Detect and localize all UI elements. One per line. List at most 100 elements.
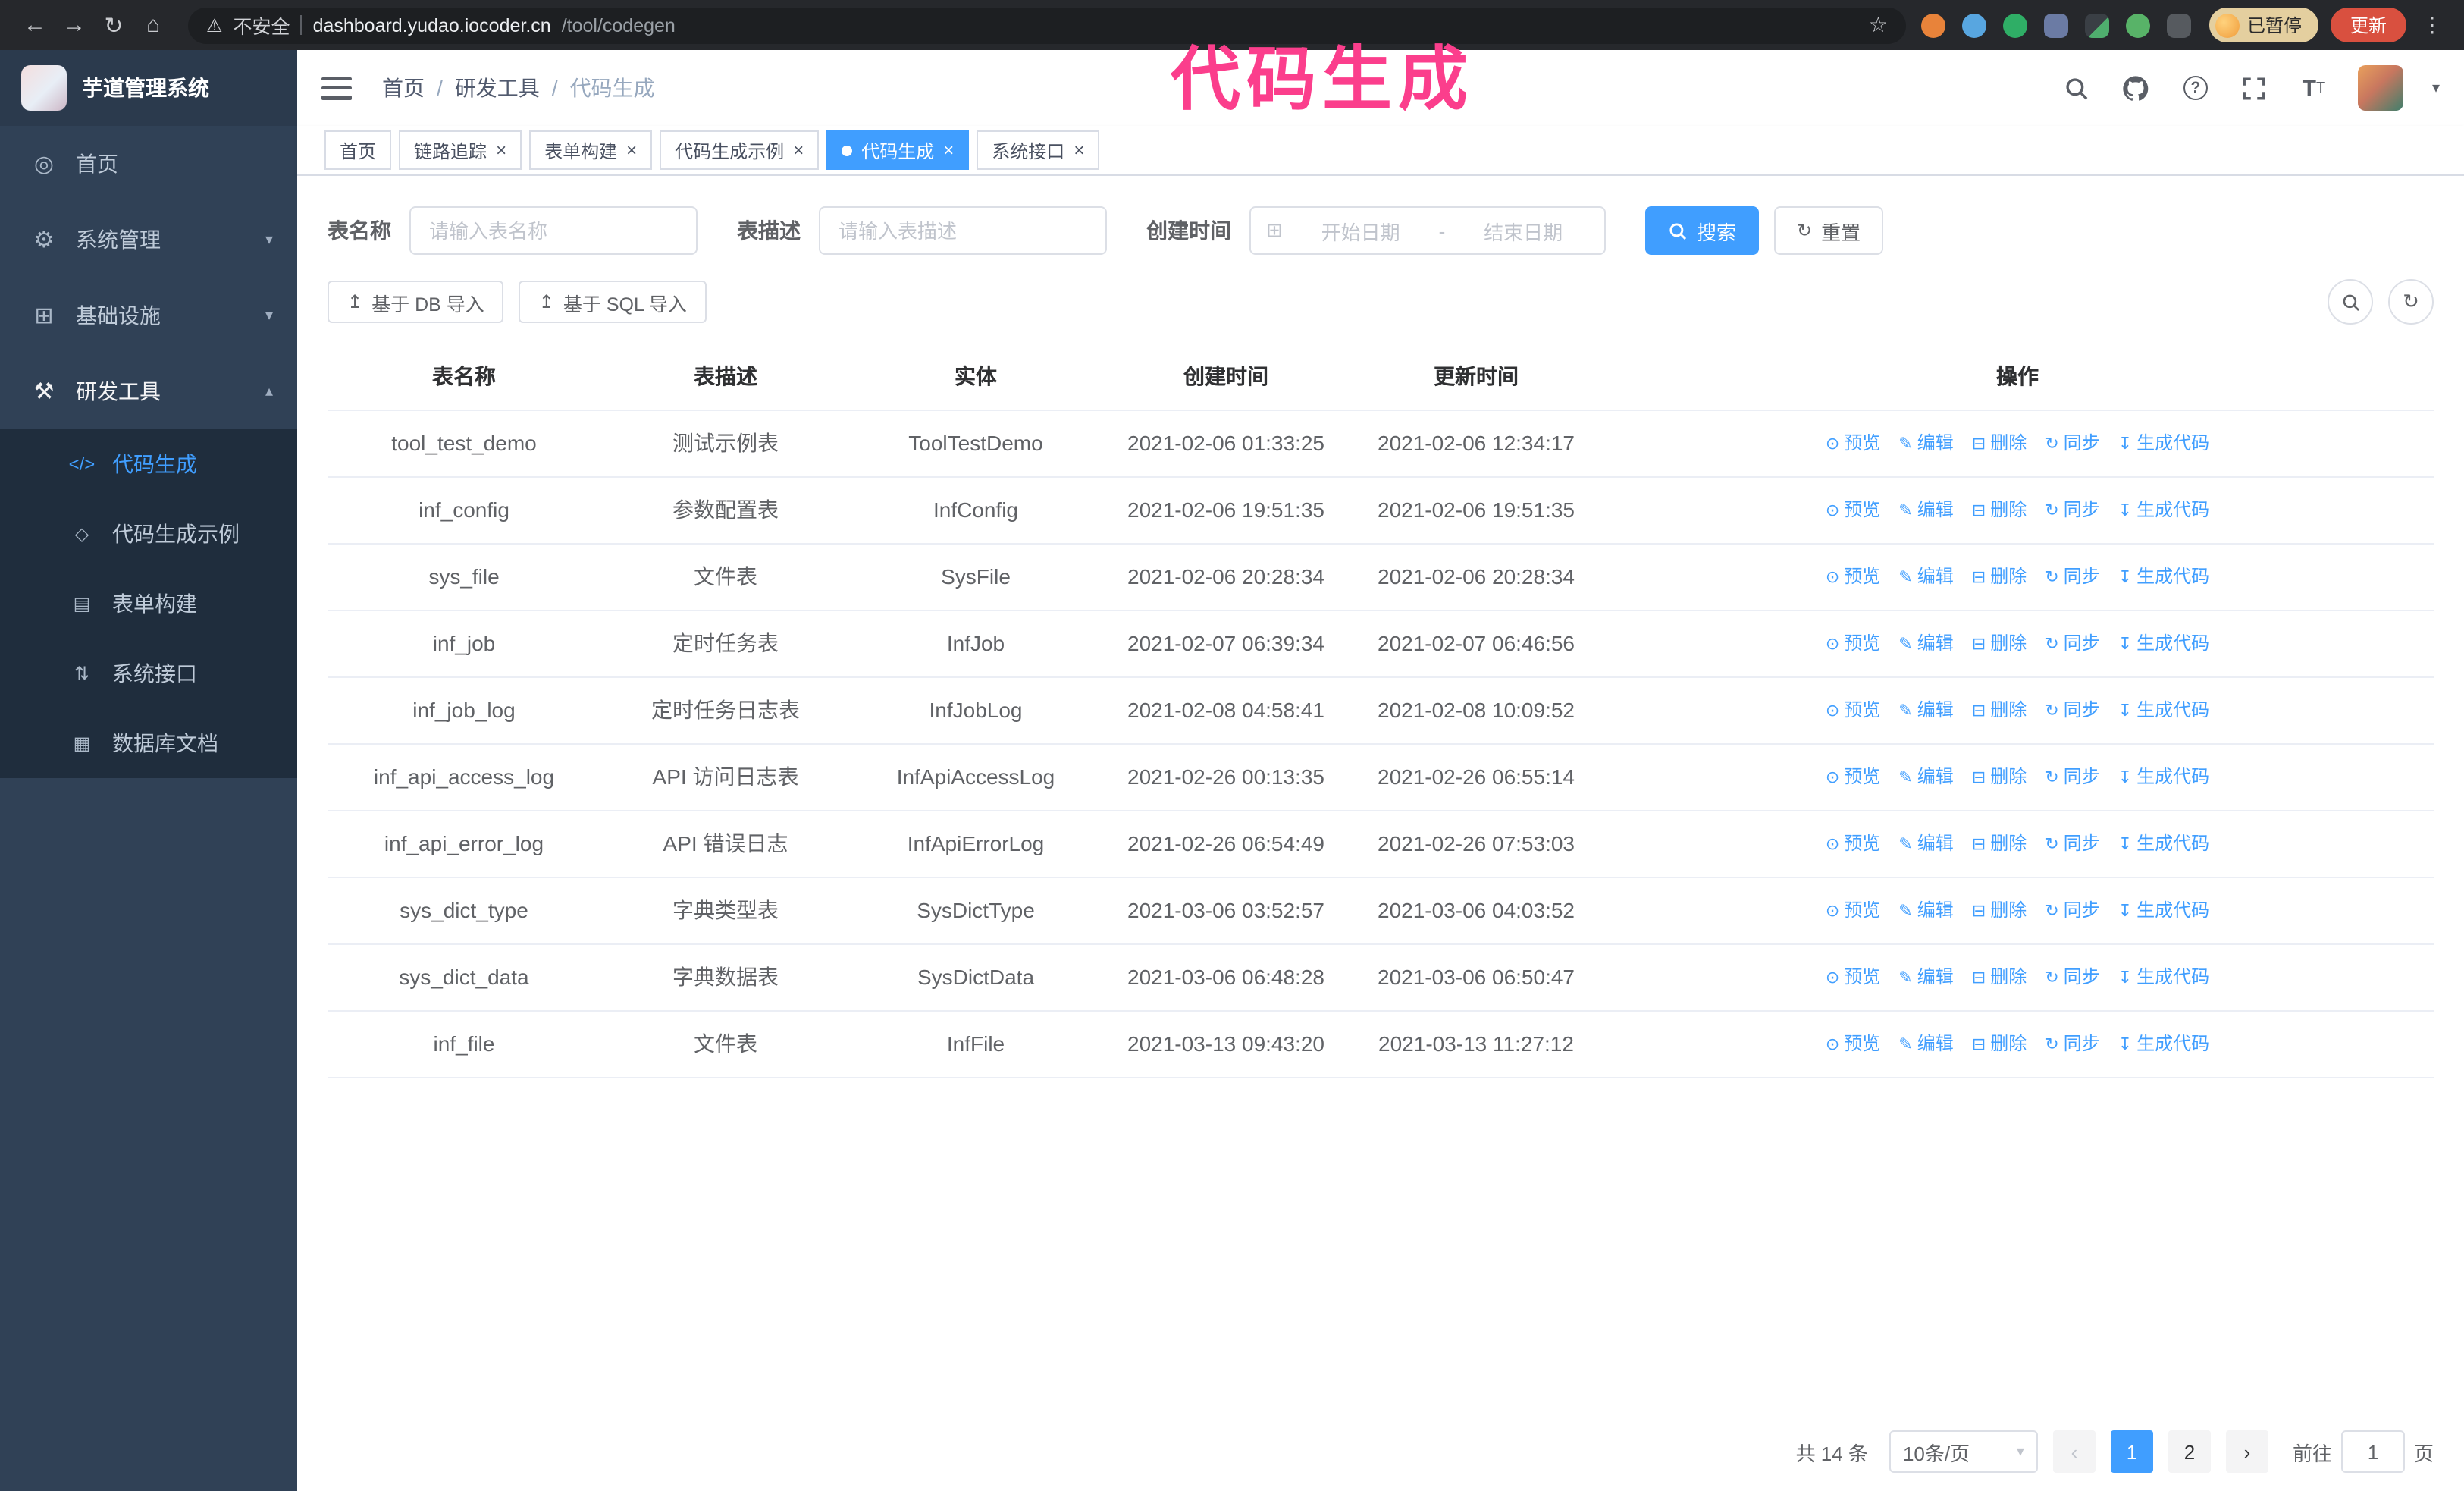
row-action-generate-code[interactable]: ↧ 生成代码 — [2118, 962, 2209, 995]
browser-update-button[interactable]: 更新 — [2330, 8, 2406, 42]
row-action-delete[interactable]: ⊟ 删除 — [1972, 895, 2027, 928]
sidebar-item-codegen[interactable]: </> 代码生成 — [0, 429, 297, 499]
row-action-delete[interactable]: ⊟ 删除 — [1972, 628, 2027, 661]
row-action-edit[interactable]: ✎ 编辑 — [1898, 828, 1953, 862]
sidebar-item-form-builder[interactable]: ▤ 表单构建 — [0, 569, 297, 639]
extension-icon[interactable] — [2084, 13, 2109, 37]
next-page-button[interactable]: › — [2225, 1430, 2268, 1473]
hamburger-icon[interactable] — [321, 77, 352, 99]
kebab-menu-icon[interactable]: ⋮ — [2415, 12, 2449, 38]
row-action-preview[interactable]: ⊙ 预览 — [1826, 494, 1880, 528]
browser-reload-icon[interactable]: ↻ — [94, 11, 133, 39]
row-action-edit[interactable]: ✎ 编辑 — [1898, 428, 1953, 461]
extension-icon[interactable] — [2002, 13, 2027, 37]
extension-icon[interactable] — [2125, 13, 2150, 37]
row-action-sync[interactable]: ↻ 同步 — [2045, 695, 2099, 728]
close-icon[interactable]: × — [626, 141, 637, 159]
row-action-edit[interactable]: ✎ 编辑 — [1898, 628, 1953, 661]
security-label[interactable]: 不安全 — [234, 11, 290, 39]
github-icon[interactable] — [2121, 73, 2152, 103]
address-bar[interactable]: ⚠ 不安全 dashboard.yudao.iocoder.cn/tool/co… — [188, 7, 1906, 43]
reset-button[interactable]: ↻ 重置 — [1774, 206, 1884, 255]
extension-icon[interactable] — [1961, 13, 1986, 37]
row-action-sync[interactable]: ↻ 同步 — [2045, 628, 2099, 661]
close-icon[interactable]: × — [793, 141, 804, 159]
row-action-generate-code[interactable]: ↧ 生成代码 — [2118, 1028, 2209, 1062]
search-button[interactable]: 搜索 — [1645, 206, 1760, 255]
browser-back-icon[interactable]: ← — [15, 12, 55, 38]
import-sql-button[interactable]: ↥ 基于 SQL 导入 — [519, 281, 707, 323]
breadcrumb-devtools[interactable]: 研发工具 — [455, 73, 540, 103]
extension-icon[interactable] — [1920, 13, 1945, 37]
row-action-edit[interactable]: ✎ 编辑 — [1898, 962, 1953, 995]
row-action-sync[interactable]: ↻ 同步 — [2045, 428, 2099, 461]
sidebar-item-db-docs[interactable]: ▦ 数据库文档 — [0, 708, 297, 778]
sidebar-item-devtools[interactable]: ⚒ 研发工具 ▴ — [0, 353, 297, 429]
row-action-preview[interactable]: ⊙ 预览 — [1826, 895, 1880, 928]
toggle-search-button[interactable] — [2328, 279, 2373, 325]
font-size-icon[interactable]: TT — [2299, 73, 2329, 103]
sidebar-item-home[interactable]: ◎ 首页 — [0, 126, 297, 202]
row-action-delete[interactable]: ⊟ 删除 — [1972, 695, 2027, 728]
close-icon[interactable]: × — [496, 141, 506, 159]
tab-codegen-example[interactable]: 代码生成示例 × — [660, 130, 820, 170]
page-button-1[interactable]: 1 — [2110, 1430, 2153, 1473]
row-action-generate-code[interactable]: ↧ 生成代码 — [2118, 428, 2209, 461]
prev-page-button[interactable]: ‹ — [2052, 1430, 2096, 1473]
row-action-preview[interactable]: ⊙ 预览 — [1826, 561, 1880, 595]
close-icon[interactable]: × — [1074, 141, 1084, 159]
tab-form-builder[interactable]: 表单构建 × — [529, 130, 653, 170]
row-action-delete[interactable]: ⊟ 删除 — [1972, 962, 2027, 995]
browser-home-icon[interactable]: ⌂ — [133, 12, 173, 38]
row-action-generate-code[interactable]: ↧ 生成代码 — [2118, 828, 2209, 862]
row-action-edit[interactable]: ✎ 编辑 — [1898, 561, 1953, 595]
extension-icon[interactable] — [2166, 13, 2191, 37]
import-db-button[interactable]: ↥ 基于 DB 导入 — [328, 281, 504, 323]
row-action-sync[interactable]: ↻ 同步 — [2045, 494, 2099, 528]
row-action-preview[interactable]: ⊙ 预览 — [1826, 761, 1880, 795]
row-action-delete[interactable]: ⊟ 删除 — [1972, 561, 2027, 595]
browser-forward-icon[interactable]: → — [55, 12, 94, 38]
row-action-generate-code[interactable]: ↧ 生成代码 — [2118, 895, 2209, 928]
row-action-generate-code[interactable]: ↧ 生成代码 — [2118, 628, 2209, 661]
row-action-sync[interactable]: ↻ 同步 — [2045, 761, 2099, 795]
sidebar-item-system-api[interactable]: ⇅ 系统接口 — [0, 639, 297, 708]
bookmark-star-icon[interactable]: ☆ — [1869, 12, 1888, 38]
close-icon[interactable]: × — [943, 141, 954, 159]
row-action-delete[interactable]: ⊟ 删除 — [1972, 1028, 2027, 1062]
avatar-caret-icon[interactable]: ▾ — [2432, 80, 2440, 96]
breadcrumb-home[interactable]: 首页 — [382, 73, 425, 103]
row-action-generate-code[interactable]: ↧ 生成代码 — [2118, 494, 2209, 528]
extension-icon[interactable] — [2043, 13, 2068, 37]
row-action-preview[interactable]: ⊙ 预览 — [1826, 428, 1880, 461]
row-action-edit[interactable]: ✎ 编辑 — [1898, 1028, 1953, 1062]
date-range-picker[interactable]: ⊞ 开始日期 - 结束日期 — [1249, 206, 1606, 255]
row-action-edit[interactable]: ✎ 编辑 — [1898, 895, 1953, 928]
user-avatar[interactable] — [2357, 65, 2403, 111]
sidebar-item-codegen-example[interactable]: ◇ 代码生成示例 — [0, 499, 297, 569]
row-action-sync[interactable]: ↻ 同步 — [2045, 895, 2099, 928]
row-action-preview[interactable]: ⊙ 预览 — [1826, 695, 1880, 728]
row-action-sync[interactable]: ↻ 同步 — [2045, 1028, 2099, 1062]
row-action-edit[interactable]: ✎ 编辑 — [1898, 695, 1953, 728]
table-desc-input[interactable] — [819, 206, 1107, 255]
row-action-preview[interactable]: ⊙ 预览 — [1826, 1028, 1880, 1062]
page-size-select[interactable]: 10条/页 ▾ — [1889, 1430, 2038, 1473]
row-action-delete[interactable]: ⊟ 删除 — [1972, 828, 2027, 862]
sidebar-item-system[interactable]: ⚙ 系统管理 ▾ — [0, 202, 297, 278]
row-action-preview[interactable]: ⊙ 预览 — [1826, 628, 1880, 661]
tab-codegen[interactable]: 代码生成 × — [826, 130, 970, 170]
tab-tracing[interactable]: 链路追踪 × — [399, 130, 522, 170]
row-action-delete[interactable]: ⊟ 删除 — [1972, 428, 2027, 461]
row-action-delete[interactable]: ⊟ 删除 — [1972, 761, 2027, 795]
row-action-preview[interactable]: ⊙ 预览 — [1826, 962, 1880, 995]
fullscreen-icon[interactable] — [2240, 73, 2270, 103]
logo[interactable]: 芋道管理系统 — [0, 50, 297, 126]
row-action-preview[interactable]: ⊙ 预览 — [1826, 828, 1880, 862]
row-action-sync[interactable]: ↻ 同步 — [2045, 962, 2099, 995]
help-icon[interactable]: ? — [2180, 73, 2211, 103]
profile-paused-badge[interactable]: 已暂停 — [2209, 8, 2318, 42]
row-action-generate-code[interactable]: ↧ 生成代码 — [2118, 561, 2209, 595]
tab-system-api[interactable]: 系统接口 × — [977, 130, 1100, 170]
goto-page-input[interactable] — [2340, 1430, 2405, 1473]
